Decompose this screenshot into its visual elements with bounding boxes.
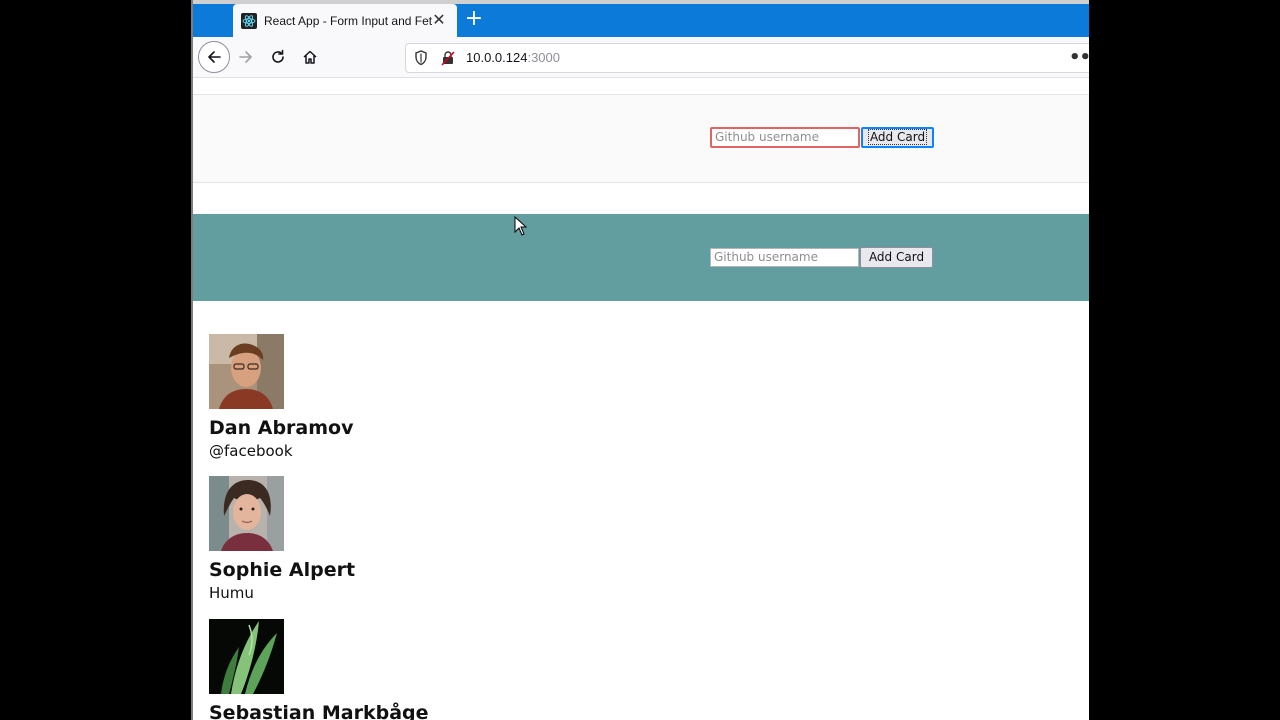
github-username-input-2[interactable]: Github username (710, 248, 859, 267)
plus-icon[interactable]: + (463, 8, 485, 30)
url-bar[interactable]: 10.0.0.124:3000 (405, 43, 1089, 73)
form-section-2: Github username Add Card (193, 214, 1089, 301)
url-text: 10.0.0.124:3000 (466, 50, 560, 65)
avatar (209, 619, 284, 694)
profile-card: Sebastian Markbåge (209, 619, 509, 720)
page-content: Github username Add Card Github username… (193, 78, 1089, 720)
reload-icon[interactable] (263, 42, 293, 72)
tab-title: React App - Form Input and Fet (264, 13, 432, 28)
tab-bar: React App - Form Input and Fet ✕ + (193, 0, 1089, 37)
forward-icon[interactable] (231, 42, 261, 72)
browser-tab[interactable]: React App - Form Input and Fet ✕ (233, 4, 457, 37)
add-card-button-label-1: Add Card (867, 129, 928, 145)
browser-window: React App - Form Input and Fet ✕ + 10.0.… (193, 0, 1089, 720)
profile-card: Dan Abramov @facebook (209, 334, 509, 460)
card-company: @facebook (209, 442, 293, 460)
add-card-button-2[interactable]: Add Card (860, 247, 933, 268)
add-card-form-1: Github username Add Card (710, 127, 934, 148)
insecure-icon[interactable] (441, 50, 455, 66)
github-username-input-1[interactable]: Github username (710, 127, 860, 148)
home-icon[interactable] (295, 42, 325, 72)
navigation-bar: 10.0.0.124:3000 ••• (193, 37, 1089, 78)
more-icon[interactable]: ••• (1069, 47, 1089, 68)
card-name: Sophie Alpert (209, 559, 356, 581)
shield-icon[interactable] (414, 50, 428, 66)
react-icon (241, 12, 257, 29)
profile-card: Sophie Alpert Humu (209, 476, 509, 602)
avatar (209, 334, 284, 409)
card-name: Dan Abramov (209, 417, 354, 439)
form-section-1: Github username Add Card (193, 94, 1089, 183)
card-company: Humu (209, 584, 254, 602)
avatar (209, 476, 284, 551)
close-icon[interactable]: ✕ (429, 10, 449, 30)
add-card-button-1[interactable]: Add Card (861, 127, 934, 148)
card-name: Sebastian Markbåge (209, 702, 429, 720)
url-host: 10.0.0.124 (466, 50, 528, 65)
url-port: :3000 (527, 50, 560, 65)
back-icon[interactable] (198, 41, 230, 73)
add-card-form-2: Github username Add Card (710, 247, 933, 268)
mouse-cursor-icon (514, 216, 527, 236)
